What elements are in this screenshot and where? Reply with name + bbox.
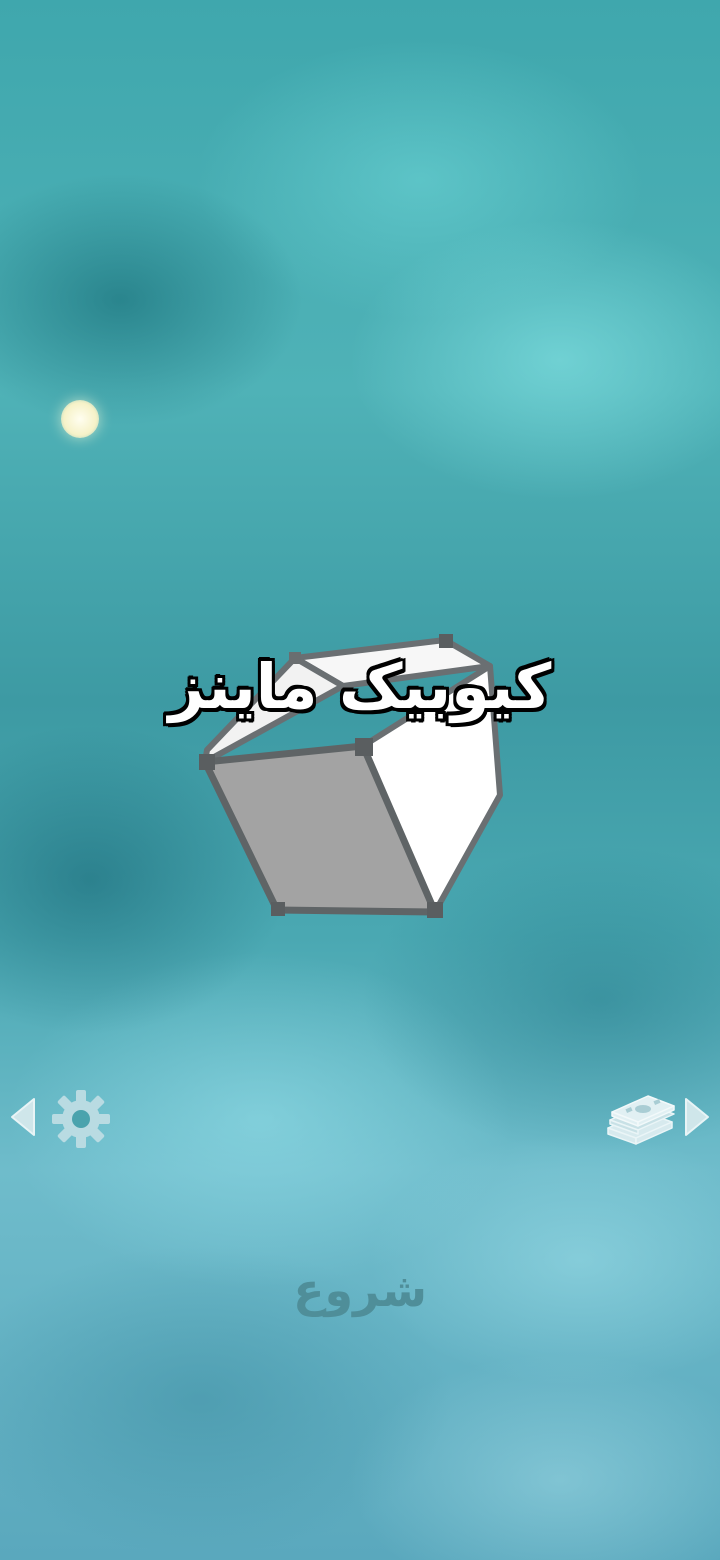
- triangle-left-icon[interactable]: [8, 1095, 38, 1139]
- start-button[interactable]: شروع: [260, 1255, 460, 1325]
- money-stack-icon[interactable]: [604, 1088, 676, 1148]
- triangle-right-icon[interactable]: [682, 1095, 712, 1139]
- sun: [61, 400, 99, 438]
- gear-icon[interactable]: [50, 1088, 112, 1150]
- game-title: کیوبیک ماینز: [168, 650, 552, 723]
